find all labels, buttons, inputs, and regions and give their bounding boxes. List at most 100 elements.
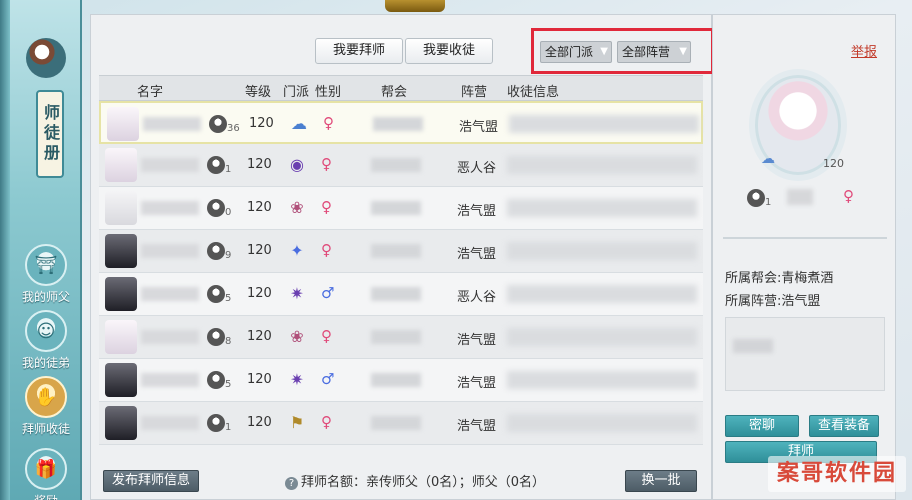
help-icon[interactable]: ? <box>285 477 298 490</box>
purple-flower-icon: ✷ <box>290 284 304 303</box>
player-camp: 浩气盟 <box>457 333 497 348</box>
table-row[interactable]: 36 120 ☁ ♀ 浩气盟 <box>99 101 703 144</box>
mentor-book-icon <box>26 38 66 78</box>
report-link[interactable]: 举报 <box>851 41 877 60</box>
lotus-icon: ❀ <box>290 198 304 217</box>
column-header-gender: 性别 <box>315 85 342 100</box>
table-row[interactable]: 5 120 ✷ ♂ 浩气盟 <box>99 359 703 402</box>
player-name-blurred <box>143 117 201 131</box>
table-header: 名字 等级 门派 性别 帮会 阵营 收徒信息 <box>99 75 703 101</box>
golden-banner-icon: ⚑ <box>289 413 305 432</box>
sidebar-item-my-master[interactable]: ⛩ 我的师父 <box>10 244 82 305</box>
book-title: 师徒册 <box>36 90 64 178</box>
player-avatar <box>105 277 137 311</box>
player-level: 120 <box>247 415 272 430</box>
master-hat-icon: ⛩ <box>25 244 67 286</box>
recruit-info-blurred <box>507 414 697 432</box>
player-level: 120 <box>247 200 272 215</box>
recruit-info-blurred <box>507 156 697 174</box>
male-icon: ♂ <box>321 370 335 388</box>
sidebar-item-mentorship[interactable]: ✋ 拜师收徒 <box>10 376 82 437</box>
column-header-name: 名字 <box>137 85 164 100</box>
sidebar-item-label: 拜师收徒 <box>21 422 70 436</box>
seek-master-button[interactable]: 我要拜师 <box>315 38 403 64</box>
sidebar: 师徒册 ⛩ 我的师父 ☺ 我的徒弟 ✋ 拜师收徒 🎁 奖励 <box>0 0 82 500</box>
recruit-disciple-button[interactable]: 我要收徒 <box>405 38 493 64</box>
sidebar-item-my-disciples[interactable]: ☺ 我的徒弟 <box>10 310 82 371</box>
lotus-icon: ❀ <box>290 327 304 346</box>
column-header-guild: 帮会 <box>381 85 408 100</box>
female-icon: ♀ <box>321 198 332 216</box>
mentor-icon <box>207 414 225 432</box>
player-avatar <box>105 320 137 354</box>
gift-icon: 🎁 <box>25 448 67 490</box>
profile-name-blurred <box>787 189 813 205</box>
player-level: 120 <box>247 157 272 172</box>
mentor-icon <box>207 328 225 346</box>
camp-filter-dropdown[interactable]: 全部阵营 ▼ <box>617 41 691 63</box>
quota-label: 拜师名额：亲传师父（0名）；师父（0名） <box>301 475 546 490</box>
player-avatar <box>107 107 139 141</box>
player-camp: 浩气盟 <box>459 120 499 135</box>
mentorship-list-panel: 我要拜师 我要收徒 全部门派 ▼ 全部阵营 ▼ 名字 等级 门派 性别 帮会 阵… <box>90 14 714 500</box>
refresh-batch-button[interactable]: 换一批 <box>625 470 697 492</box>
mentor-count: 5 <box>225 379 232 390</box>
guild-name-blurred <box>371 330 421 344</box>
table-row[interactable]: 9 120 ✦ ♀ 浩气盟 <box>99 230 703 273</box>
filter-highlight-box: 全部门派 ▼ 全部阵营 ▼ <box>531 28 714 74</box>
player-avatar <box>105 406 137 440</box>
chevron-down-icon: ▼ <box>679 46 687 57</box>
table-row[interactable]: 1 120 ◉ ♀ 恶人谷 <box>99 144 703 187</box>
post-info-button[interactable]: 发布拜师信息 <box>103 470 199 492</box>
guild-name-blurred <box>371 373 421 387</box>
column-header-recruit-info: 收徒信息 <box>507 85 560 100</box>
player-name-blurred <box>141 287 199 301</box>
mentor-count: 8 <box>225 336 232 347</box>
blue-blade-icon: ✦ <box>290 241 304 260</box>
view-equipment-button[interactable]: 查看装备 <box>809 415 879 437</box>
player-level: 120 <box>247 243 272 258</box>
recruit-info-blurred <box>507 328 697 346</box>
sidebar-item-rewards[interactable]: 🎁 奖励 <box>10 448 82 500</box>
guild-name-blurred <box>371 416 421 430</box>
mentor-icon <box>747 189 765 207</box>
player-camp: 浩气盟 <box>457 376 497 391</box>
table-row[interactable]: 8 120 ❀ ♀ 浩气盟 <box>99 316 703 359</box>
table-row[interactable]: 0 120 ❀ ♀ 浩气盟 <box>99 187 703 230</box>
player-camp: 浩气盟 <box>457 419 497 434</box>
player-name-blurred <box>141 416 199 430</box>
recruit-info-blurred <box>507 199 697 217</box>
mentor-count: 9 <box>225 250 232 261</box>
player-name-blurred <box>141 201 199 215</box>
blue-cloud-icon: ☁ <box>761 151 775 167</box>
divider <box>723 237 887 239</box>
sidebar-item-label: 我的师父 <box>21 290 70 304</box>
school-filter-dropdown[interactable]: 全部门派 ▼ <box>540 41 612 63</box>
player-avatar <box>105 148 137 182</box>
profile-panel: 举报 ☁ 120 1 ♀ 所属帮会:青梅煮酒 所属阵营:浩气盟 密聊 查看装备 … <box>712 14 896 500</box>
female-icon: ♀ <box>843 187 854 205</box>
mentor-count: 0 <box>225 207 232 218</box>
player-level: 120 <box>247 286 272 301</box>
player-level: 120 <box>247 372 272 387</box>
table-row[interactable]: 5 120 ✷ ♂ 恶人谷 <box>99 273 703 316</box>
recruit-info-blurred <box>509 115 699 133</box>
player-avatar <box>105 363 137 397</box>
whisper-button[interactable]: 密聊 <box>725 415 799 437</box>
guild-name-blurred <box>371 287 421 301</box>
player-avatar <box>105 191 137 225</box>
sidebar-item-label: 奖励 <box>10 492 82 500</box>
male-icon: ♂ <box>321 284 335 302</box>
bow-hands-icon: ✋ <box>25 376 67 418</box>
blue-cloud-icon: ☁ <box>291 114 307 133</box>
player-camp: 浩气盟 <box>457 247 497 262</box>
profile-camp: 所属阵营:浩气盟 <box>725 294 821 309</box>
profile-mentor-count: 1 <box>765 197 772 208</box>
player-name-blurred <box>141 330 199 344</box>
player-camp: 浩气盟 <box>457 204 497 219</box>
female-icon: ♀ <box>321 413 332 431</box>
mentor-icon <box>207 242 225 260</box>
player-level: 120 <box>249 116 274 131</box>
table-row[interactable]: 1 120 ⚑ ♀ 浩气盟 <box>99 402 703 445</box>
player-name-blurred <box>141 373 199 387</box>
